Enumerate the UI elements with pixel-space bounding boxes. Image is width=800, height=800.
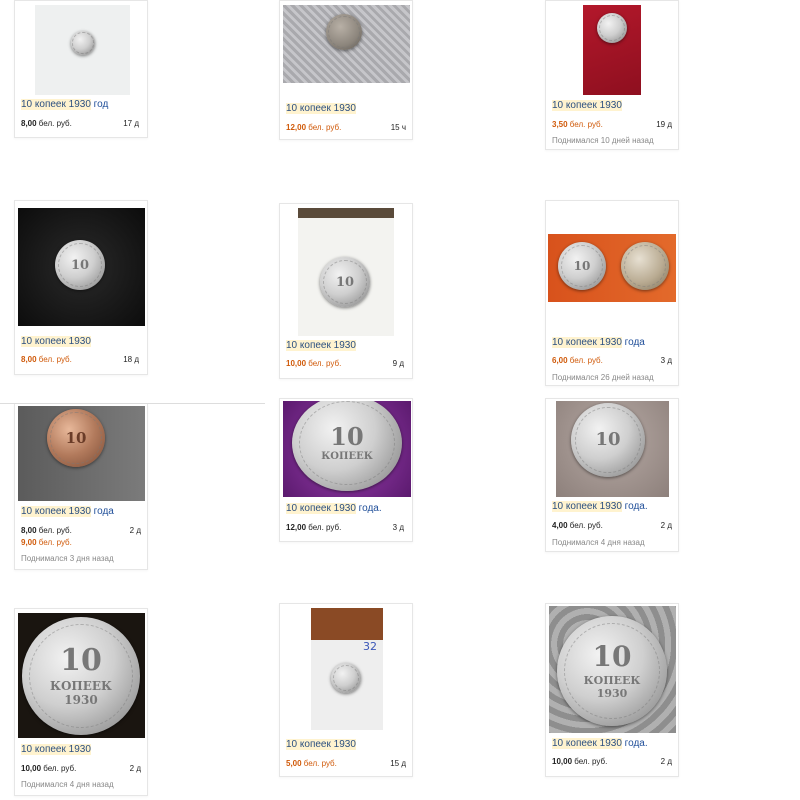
coin-image: 10 [558,242,606,290]
listing-price: 3,50 бел. руб. [552,120,603,129]
listing-photo[interactable]: 10 [548,234,676,302]
listing-title[interactable]: 10 копеек 1930 [286,103,356,114]
raised-note: Поднимался 4 дня назад [21,780,114,789]
listing-photo[interactable]: 32 [311,608,383,730]
listing-title[interactable]: 10 копеек 1930 года [21,506,114,517]
listing-card[interactable]: 10 КОПЕЕК 1930 10 копеек 1930 года. 10,00 … [545,603,679,777]
listing-age: 19 д [656,120,672,129]
coin-image: 10 КОПЕЕК [292,401,402,491]
listing-title[interactable]: 10 копеек 1930 [286,739,356,750]
listing-title[interactable]: 10 копеек 1930 год [21,99,108,110]
raised-note: Поднимался 3 дня назад [21,554,114,563]
coin-image: 10 [47,409,105,467]
listing-title[interactable]: 10 копеек 1930 [552,100,622,111]
listing-card[interactable]: 10 10 копеек 1930 года 6,00 бел. руб. 3 … [545,200,679,386]
listing-photo[interactable]: 10 [18,208,145,326]
coin-image [326,14,362,50]
listing-card[interactable]: 10 копеек 1930 год 8,00 бел. руб. 17 д [14,0,148,138]
listing-photo[interactable]: 10 [298,208,394,336]
coin-image: 10 КОПЕЕК 1930 [22,617,140,735]
listing-age: 2 д [660,521,672,530]
coin-image: 10 [571,403,645,477]
listing-price: 10,00 бел. руб. [21,764,77,773]
listing-title[interactable]: 10 копеек 1930 года. [286,503,382,514]
listing-photo[interactable]: 10 [18,406,145,501]
listing-photo[interactable] [583,5,641,95]
coin-image [621,242,669,290]
listing-card[interactable]: 32 10 копеек 1930 5,00 бел. руб. 15 д [279,603,413,777]
coin-image: 10 [320,257,370,307]
listing-card[interactable]: 10 10 копеек 1930 8,00 бел. руб. 18 д [14,200,148,375]
listing-photo[interactable] [283,5,410,83]
listing-price: 6,00 бел. руб. [552,356,603,365]
raised-note: Поднимался 26 дней назад [552,373,654,382]
listing-age: 17 д [123,119,139,128]
listing-price: 9,00 бел. руб. [21,538,72,547]
raised-note: Поднимался 10 дней назад [552,136,654,145]
listing-age: 3 д [660,356,672,365]
listing-card[interactable]: 10 10 копеек 1930 года 8,00 бел. руб. 9,… [14,404,148,570]
listing-age: 15 д [390,759,406,768]
listing-photo[interactable]: 10 КОПЕЕК 1930 [18,613,145,738]
listing-card[interactable]: 10 10 копеек 1930 года. 4,00 бел. руб. 2… [545,398,679,552]
listing-title[interactable]: 10 копеек 1930 [21,336,91,347]
listing-title[interactable]: 10 копеек 1930 года. [552,501,648,512]
listing-age: 15 ч [390,123,406,132]
coin-image: 10 [55,240,105,290]
listing-price: 8,00 бел. руб. [21,355,72,364]
listing-price-old: 8,00 бел. руб. [21,526,72,535]
listing-age: 9 д [392,359,404,368]
listing-card[interactable]: 10 10 копеек 1930 10,00 бел. руб. 9 д [279,203,413,379]
listing-card[interactable]: 10 КОПЕЕК 10 копеек 1930 года. 12,00 бел.… [279,398,413,542]
coin-image [71,31,95,55]
listing-title[interactable]: 10 копеек 1930 [21,744,91,755]
listing-price: 12,00 бел. руб. [286,523,342,532]
listing-title[interactable]: 10 копеек 1930 года [552,337,645,348]
listing-price: 12,00 бел. руб. [286,123,342,132]
listing-card[interactable]: 10 копеек 1930 3,50 бел. руб. 19 д Подни… [545,0,679,150]
listing-title[interactable]: 10 копеек 1930 года. [552,738,648,749]
listing-photo[interactable]: 10 КОПЕЕК [283,401,411,497]
listing-price: 5,00 бел. руб. [286,759,337,768]
listing-age: 3 д [392,523,404,532]
listing-price: 4,00 бел. руб. [552,521,603,530]
listing-photo[interactable]: 10 [556,401,669,497]
listing-age: 18 д [123,355,139,364]
raised-note: Поднимался 4 дня назад [552,538,645,547]
listing-card[interactable]: 10 копеек 1930 12,00 бел. руб. 15 ч [279,0,413,140]
listing-card[interactable]: 10 КОПЕЕК 1930 10 копеек 1930 10,00 бел. р… [14,608,148,796]
listing-price: 10,00 бел. руб. [286,359,342,368]
listing-photo[interactable]: 10 КОПЕЕК 1930 [549,606,676,733]
listing-price: 8,00 бел. руб. [21,119,72,128]
listing-title[interactable]: 10 копеек 1930 [286,340,356,351]
listing-age: 2 д [129,764,141,773]
listing-age: 2 д [129,526,141,535]
listing-age: 2 д [660,757,672,766]
coin-image [597,13,627,43]
coin-image: 10 КОПЕЕК 1930 [557,616,667,726]
listing-price: 10,00 бел. руб. [552,757,608,766]
listing-photo[interactable] [35,5,130,95]
handwritten-note: 32 [363,640,377,653]
coin-image [331,663,361,693]
